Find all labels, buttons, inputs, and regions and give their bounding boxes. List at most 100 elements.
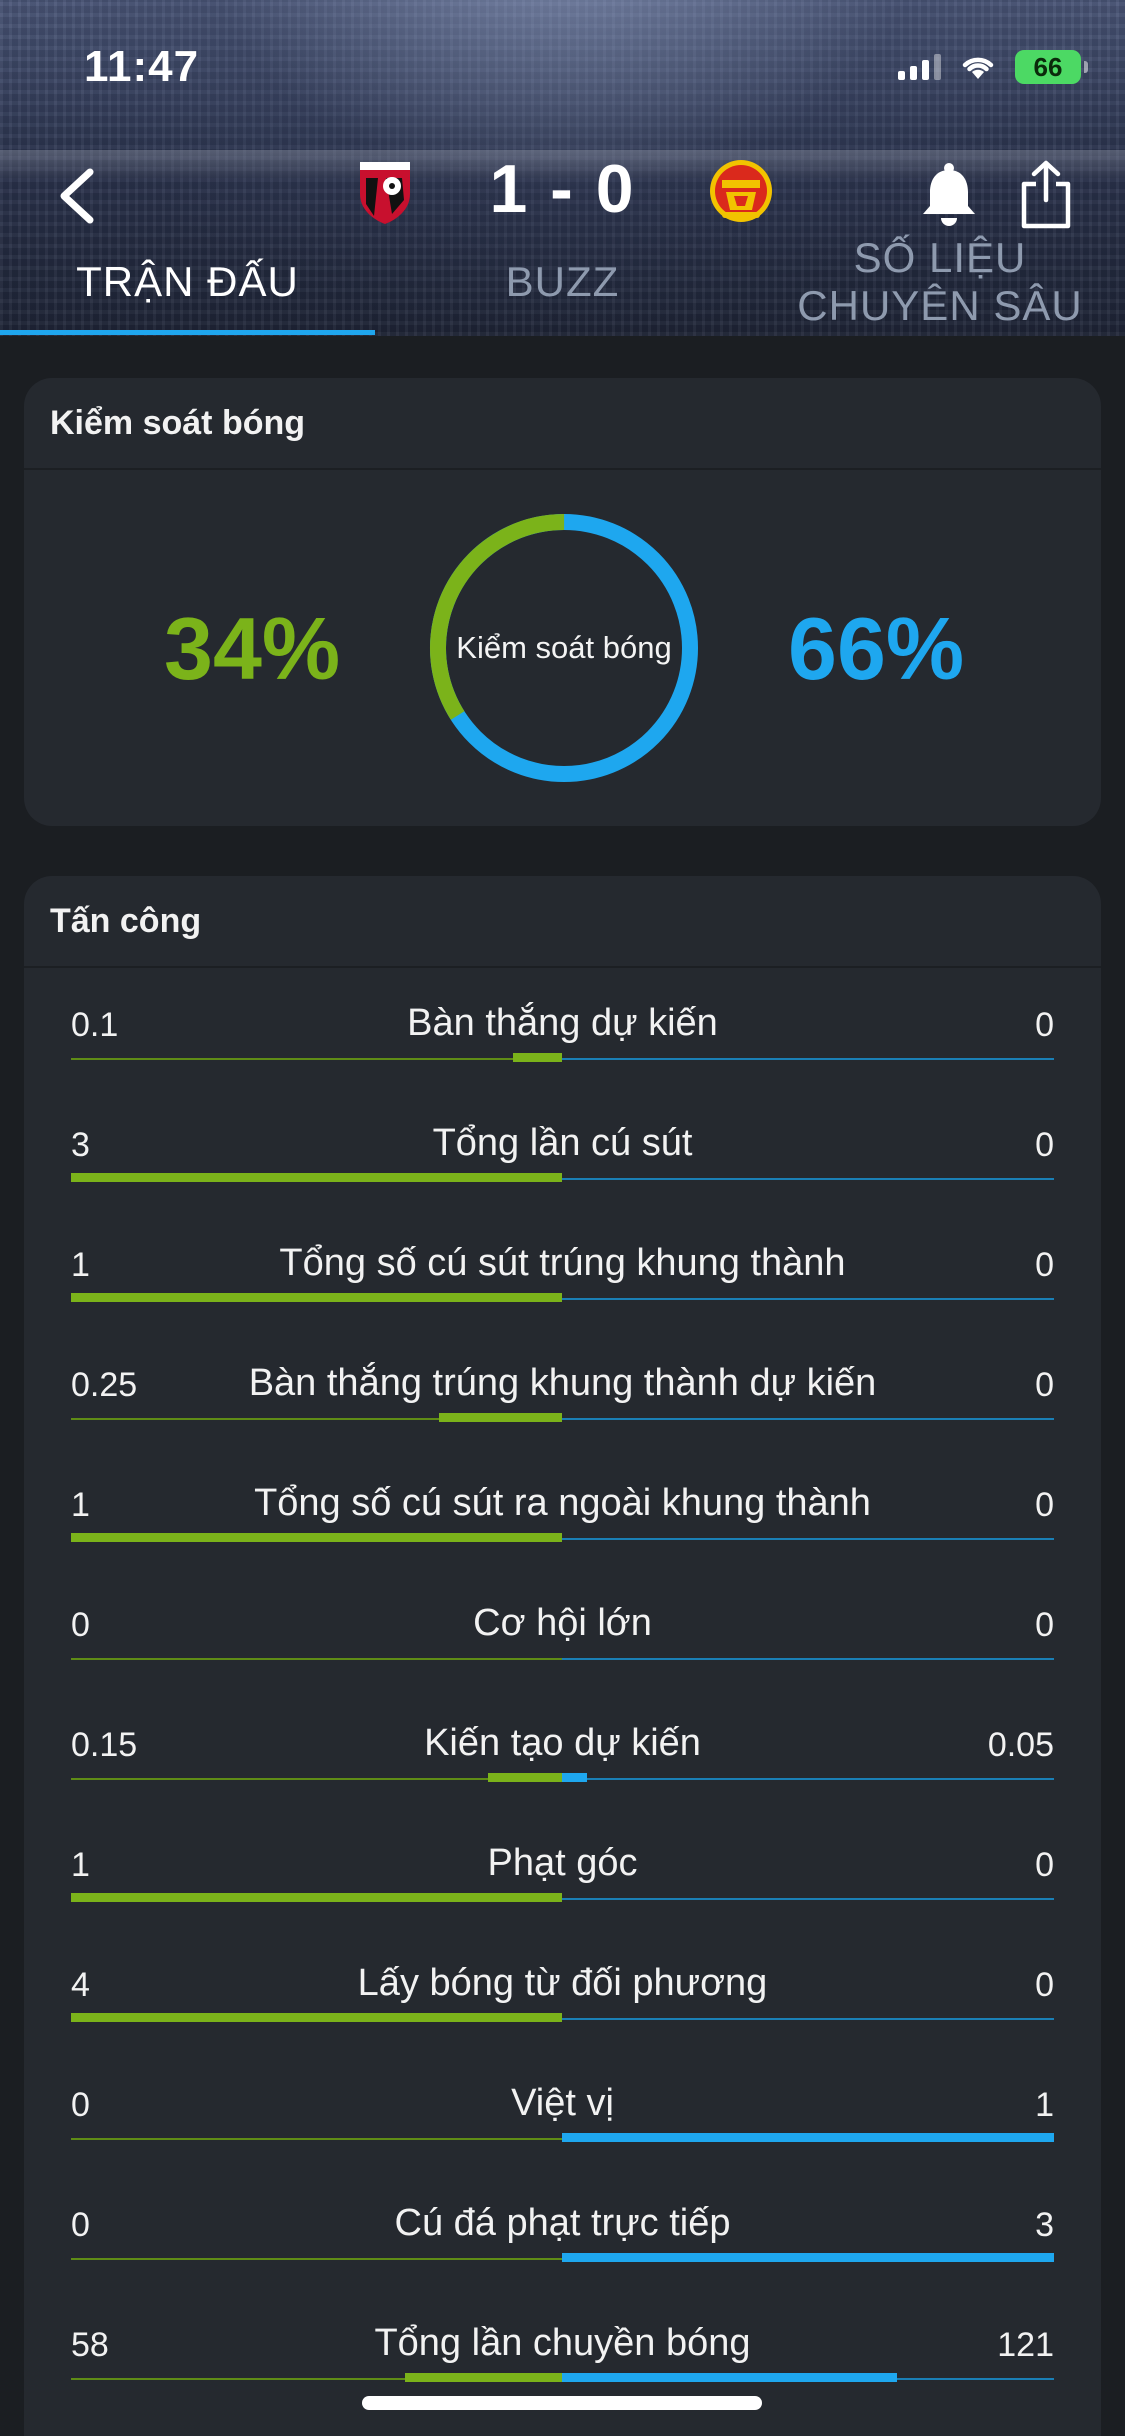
stat-away-value: 0 (1035, 1366, 1054, 1404)
stat-home-value: 4 (71, 1966, 90, 2004)
stat-row: 1 Tổng số cú sút ra ngoài khung thành 0 (71, 1456, 1054, 1576)
stat-row: 0.1 Bàn thắng dự kiến 0 (71, 976, 1054, 1096)
status-time: 11:47 (84, 42, 200, 91)
stat-track-away (562, 2018, 1054, 2020)
stat-home-value: 0.25 (71, 1366, 138, 1404)
attack-card-title: Tấn công (24, 876, 1101, 968)
stat-away-value: 0 (1035, 1846, 1054, 1884)
battery-level: 66 (1033, 51, 1063, 82)
stat-track-away (562, 1178, 1054, 1180)
stat-track-away (562, 1658, 1054, 1660)
wifi-icon (962, 57, 994, 79)
stat-track-away (562, 1538, 1054, 1540)
stat-bar-home (71, 1533, 562, 1542)
stat-bar-home (71, 1173, 562, 1182)
stat-row: 0 Cơ hội lớn 0 (71, 1576, 1054, 1696)
tab-deep-stats[interactable]: SỐ LIỆU CHUYÊN SÂU (780, 234, 1100, 330)
stat-home-value: 0 (71, 1606, 90, 1644)
stat-bar-home (71, 2013, 562, 2022)
stat-row: 0.15 Kiến tạo dự kiến 0.05 (71, 1696, 1054, 1816)
man-utd-crest-icon[interactable] (708, 156, 774, 226)
stat-row: 3 Tổng lần cú sút 0 (71, 1096, 1054, 1216)
home-indicator[interactable] (362, 2396, 762, 2410)
stat-track-away (562, 1418, 1054, 1420)
stat-label: Việt vị (511, 2082, 614, 2124)
stat-away-value: 0 (1035, 1246, 1054, 1284)
stat-bar-away (562, 1773, 587, 1782)
match-stats-screen: 11:47 66 1 - 0 TRẬN ĐẤU BUZZ SỐ LIỆU CHU… (0, 0, 1125, 2436)
possession-card-title: Kiểm soát bóng (24, 378, 1101, 470)
stat-row: 0.25 Bàn thắng trúng khung thành dự kiến 0 (71, 1336, 1054, 1456)
status-icons: 66 (898, 50, 1088, 84)
battery-indicator: 66 (1015, 50, 1088, 84)
stat-row: 0 Việt vị 1 (71, 2056, 1054, 2176)
stat-track-away (562, 1058, 1054, 1060)
stat-row: 1 Phạt góc 0 (71, 1816, 1054, 1936)
tab-buzz[interactable]: BUZZ (375, 258, 750, 306)
stat-away-value: 3 (1035, 2206, 1054, 2244)
stat-track-away (562, 1778, 1054, 1780)
stat-home-value: 0.15 (71, 1726, 138, 1764)
stat-home-value: 3 (71, 1126, 90, 1164)
stat-home-value: 1 (71, 1246, 90, 1284)
tab-bar: TRẬN ĐẤU BUZZ SỐ LIỆU CHUYÊN SÂU (0, 234, 1125, 336)
match-header: 11:47 66 1 - 0 TRẬN ĐẤU BUZZ SỐ LIỆU CHU… (0, 0, 1125, 336)
possession-card: Kiểm soát bóng 34% Kiểm soát bóng 66% (24, 378, 1101, 826)
stat-away-value: 0 (1035, 1006, 1054, 1044)
possession-home-value: 34% (164, 599, 341, 698)
stat-track-away (562, 1298, 1054, 1300)
stat-home-value: 0 (71, 2086, 90, 2124)
stat-bar-home (439, 1413, 562, 1422)
stat-row: 4 Lấy bóng từ đối phương 0 (71, 1936, 1054, 2056)
stat-home-value: 1 (71, 1486, 90, 1524)
stat-away-value: 0.05 (987, 1726, 1054, 1764)
stat-label: Bàn thắng dự kiến (407, 1002, 718, 1044)
stat-bar-home (513, 1053, 562, 1062)
active-tab-indicator (0, 330, 375, 335)
stat-bar-home (405, 2373, 562, 2382)
back-arrow-icon[interactable] (52, 164, 102, 228)
stat-track-home (71, 1658, 562, 1660)
stat-label: Lấy bóng từ đối phương (357, 1962, 768, 2004)
match-score: 1 - 0 (489, 151, 636, 227)
stat-away-value: 1 (1035, 2086, 1054, 2124)
stat-track-home (71, 1058, 562, 1060)
cellular-signal-icon (898, 54, 941, 80)
stat-label: Cơ hội lớn (473, 1602, 652, 1644)
stat-away-value: 0 (1035, 1486, 1054, 1524)
stat-home-value: 1 (71, 1846, 90, 1884)
bournemouth-crest-icon[interactable] (352, 156, 418, 226)
share-icon[interactable] (1018, 160, 1074, 230)
stat-bar-away (562, 2133, 1054, 2142)
stat-home-value: 0 (71, 2206, 90, 2244)
possession-away-value: 66% (788, 599, 965, 698)
stat-away-value: 0 (1035, 1126, 1054, 1164)
stat-track-away (562, 1898, 1054, 1900)
stat-bar-home (488, 1773, 562, 1782)
stat-row: 0 Cú đá phạt trực tiếp 3 (71, 2176, 1054, 2296)
stat-row: 1 Tổng số cú sút trúng khung thành 0 (71, 1216, 1054, 1336)
stat-label: Cú đá phạt trực tiếp (394, 2202, 731, 2244)
possession-center-label: Kiểm soát bóng (456, 630, 672, 665)
stat-label: Kiến tạo dự kiến (424, 1722, 701, 1764)
attack-card: Tấn công 0.1 Bàn thắng dự kiến 0 3 Tổng lần … (24, 876, 1101, 2436)
stat-away-value: 0 (1035, 1966, 1054, 2004)
stat-label: Bàn thắng trúng khung thành dự kiến (248, 1362, 877, 1404)
stat-home-value: 58 (71, 2326, 109, 2364)
stat-bar-away (562, 2373, 897, 2382)
stat-label: Tổng số cú sút ra ngoài khung thành (254, 1482, 871, 1524)
stat-home-value: 0.1 (71, 1006, 119, 1044)
stat-bar-away (562, 2253, 1054, 2262)
stat-label: Phạt góc (487, 1842, 638, 1884)
tab-match[interactable]: TRẬN ĐẤU (0, 258, 375, 306)
stat-label: Tổng số cú sút trúng khung thành (279, 1242, 846, 1284)
stat-label: Tổng lần cú sút (432, 1122, 693, 1164)
stat-track-home (71, 2138, 562, 2140)
stat-away-value: 0 (1035, 1606, 1054, 1644)
stat-bar-home (71, 1893, 562, 1902)
stat-track-home (71, 2258, 562, 2260)
stat-away-value: 121 (997, 2326, 1054, 2364)
stat-bar-home (71, 1293, 562, 1302)
stat-label: Tổng lần chuyền bóng (374, 2322, 751, 2364)
notification-bell-icon[interactable] (918, 160, 980, 228)
